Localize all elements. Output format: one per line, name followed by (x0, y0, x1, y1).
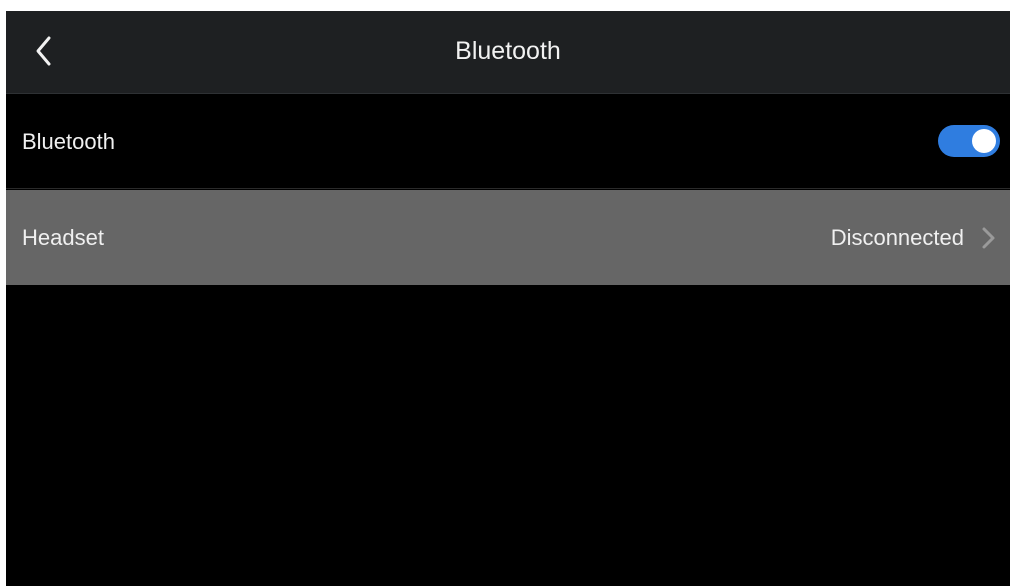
headset-label: Headset (22, 225, 104, 250)
chevron-right-icon (982, 227, 995, 249)
toggle-knob (972, 129, 996, 153)
headset-row[interactable]: Headset Disconnected (6, 190, 1010, 285)
bluetooth-toggle-row: Bluetooth (6, 94, 1010, 189)
headset-status: Disconnected (830, 225, 964, 250)
chevron-left-icon (36, 36, 51, 66)
bluetooth-label: Bluetooth (22, 129, 115, 154)
page-title: Bluetooth (455, 37, 561, 65)
back-button[interactable] (24, 31, 64, 71)
bluetooth-settings-screen: Bluetooth Bluetooth Headset Disconnected (6, 11, 1010, 586)
header-bar: Bluetooth (6, 11, 1010, 94)
bluetooth-toggle-switch[interactable] (938, 125, 1000, 157)
